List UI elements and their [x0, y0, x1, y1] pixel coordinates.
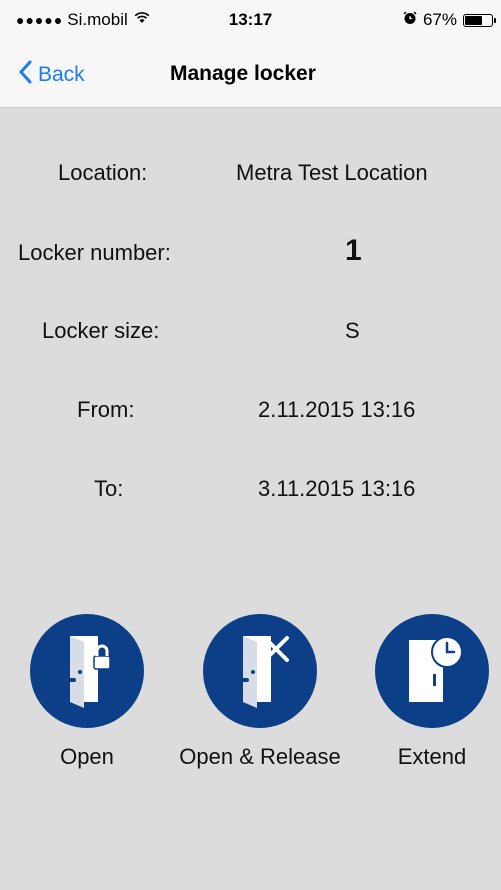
- back-label: Back: [38, 63, 85, 86]
- open-label: Open: [60, 744, 114, 769]
- from-value: 2.11.2015 13:16: [258, 397, 416, 422]
- extend-circle[interactable]: [375, 614, 489, 728]
- to-label: To:: [94, 476, 124, 501]
- open-release-button[interactable]: Open & Release: [179, 614, 341, 769]
- chevron-left-icon: [18, 60, 32, 90]
- door-lock-icon: [52, 630, 122, 713]
- open-button[interactable]: Open: [27, 614, 147, 769]
- back-button[interactable]: Back: [18, 60, 85, 90]
- door-release-icon: [225, 630, 295, 713]
- locker-clock-icon: [397, 630, 467, 713]
- locker-number-value: 1: [345, 234, 362, 267]
- extend-label: Extend: [397, 744, 467, 769]
- alarm-icon: [403, 10, 417, 30]
- open-circle[interactable]: [30, 614, 144, 728]
- locker-number-label: Locker number:: [18, 240, 171, 265]
- navigation-bar: Back Manage locker: [0, 40, 501, 108]
- open-release-label: Open & Release: [179, 744, 341, 769]
- location-label: Location:: [58, 160, 148, 185]
- location-value: Metra Test Location: [236, 160, 428, 185]
- to-value: 3.11.2015 13:16: [258, 476, 416, 501]
- battery-percent: 67%: [422, 10, 457, 29]
- open-release-circle[interactable]: [203, 614, 317, 728]
- page-title: Manage locker: [170, 62, 316, 85]
- locker-size-value: S: [345, 318, 360, 343]
- status-right: 67%: [403, 10, 496, 30]
- from-label: From:: [77, 397, 135, 422]
- locker-size-label: Locker size:: [42, 318, 160, 343]
- extend-button[interactable]: Extend: [372, 614, 492, 769]
- status-bar: ●●●●● Si.mobil 13:17 67%: [0, 0, 501, 40]
- battery-icon: [463, 13, 496, 27]
